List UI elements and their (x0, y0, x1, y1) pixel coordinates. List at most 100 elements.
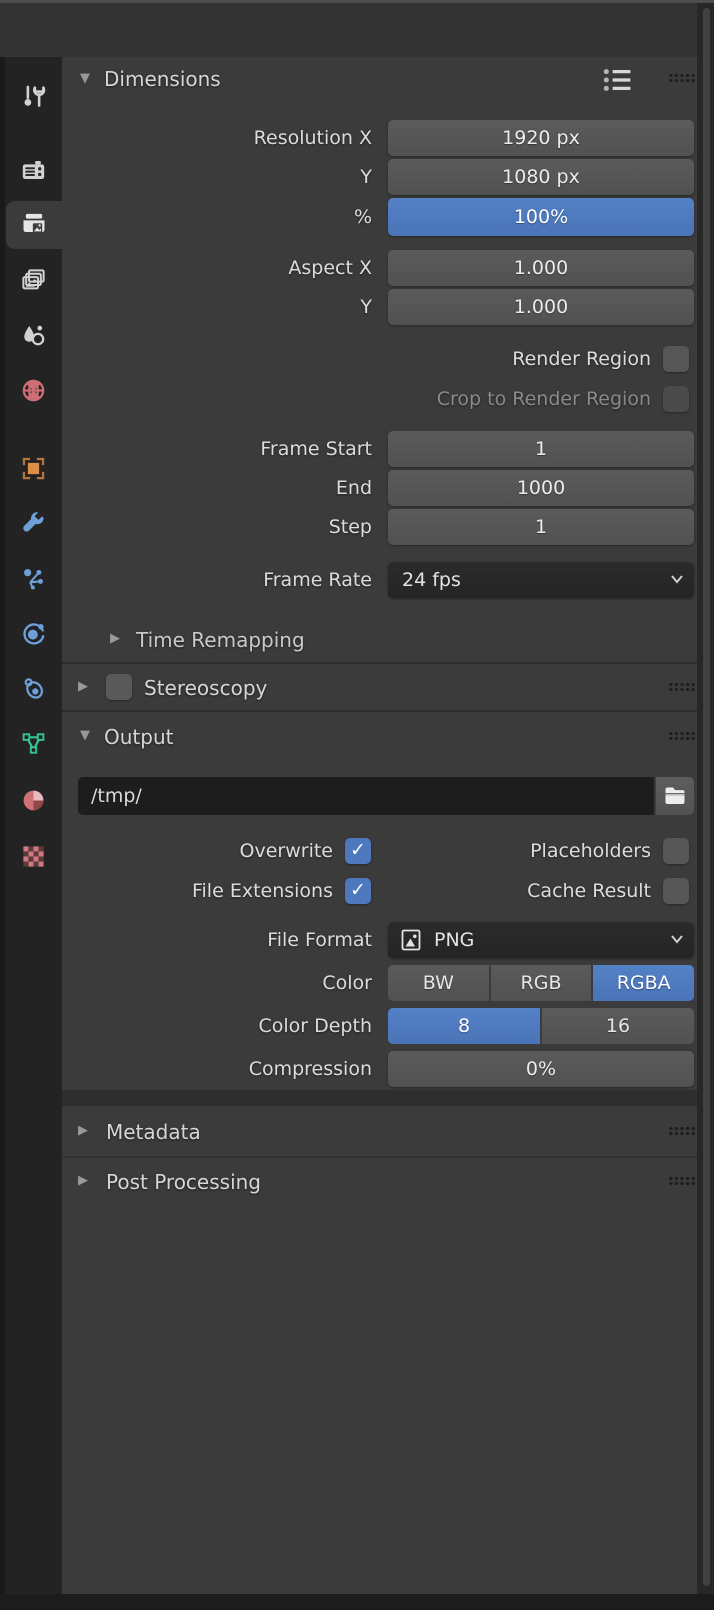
editor-top-edge (0, 0, 714, 3)
chevron-down-icon (670, 934, 684, 944)
resolution-y-field[interactable]: 1080 px (388, 159, 694, 195)
post-processing-collapse-arrow[interactable]: ▶ (78, 1173, 88, 1188)
frame-end-label: End (62, 470, 372, 506)
image-icon (399, 928, 423, 952)
tab-object[interactable] (6, 444, 60, 492)
browse-folder-button[interactable] (656, 777, 694, 815)
scrollbar-thumb[interactable] (703, 8, 710, 1586)
editor-left-edge (0, 0, 5, 1610)
panel-drag-grip[interactable] (668, 73, 695, 83)
color-rgba-button[interactable]: RGBA (593, 965, 694, 1001)
physics-icon (20, 620, 47, 647)
file-format-dropdown[interactable]: PNG (388, 922, 694, 958)
folder-icon (663, 785, 687, 807)
properties-editor: Scene (0, 0, 714, 1610)
tab-world[interactable] (6, 366, 60, 414)
time-remapping-title[interactable]: Time Remapping (136, 628, 305, 652)
color-bw-button[interactable]: BW (388, 965, 489, 1001)
presets-menu-icon[interactable] (600, 66, 638, 94)
color-depth-segmented: 8 16 (388, 1008, 694, 1044)
frame-start-field[interactable]: 1 (388, 431, 694, 467)
tab-constraints[interactable] (6, 664, 60, 712)
dimensions-panel-title: Dimensions (104, 67, 221, 91)
file-format-label: File Format (62, 922, 372, 958)
output-path-input[interactable]: /tmp/ (78, 777, 654, 815)
placeholders-checkbox[interactable] (663, 838, 689, 864)
scrollbar-track[interactable] (697, 0, 714, 1610)
cache-result-label: Cache Result (380, 878, 651, 904)
panel-drag-grip[interactable] (668, 1176, 695, 1186)
frame-step-field[interactable]: 1 (388, 509, 694, 545)
tab-output[interactable] (6, 201, 62, 249)
color-depth-8-button[interactable]: 8 (388, 1008, 540, 1044)
render-region-checkbox[interactable] (663, 346, 689, 372)
crop-to-render-region-label: Crop to Render Region (62, 386, 651, 412)
object-data-icon (20, 730, 47, 757)
cache-result-checkbox[interactable] (663, 878, 689, 904)
tab-texture[interactable] (6, 832, 60, 880)
resolution-x-label: Resolution X (62, 120, 372, 156)
tab-modifiers[interactable] (6, 499, 60, 547)
aspect-y-field[interactable]: 1.000 (388, 289, 694, 325)
overwrite-checkbox[interactable] (345, 838, 371, 864)
output-collapse-arrow[interactable]: ▼ (80, 728, 90, 743)
color-label: Color (62, 965, 372, 1001)
editor-header (0, 3, 697, 57)
world-icon (20, 377, 47, 404)
file-extensions-label: File Extensions (62, 878, 333, 904)
panel-separator (62, 710, 697, 712)
frame-rate-value: 24 fps (402, 569, 461, 591)
output-icon (20, 211, 48, 239)
color-mode-segmented: BW RGB RGBA (388, 965, 694, 1001)
tab-physics[interactable] (6, 609, 60, 657)
tab-tool[interactable] (6, 72, 60, 120)
constraints-icon (20, 675, 47, 702)
stereoscopy-collapse-arrow[interactable]: ▶ (78, 679, 88, 694)
overwrite-label: Overwrite (62, 838, 333, 864)
panel-drag-grip[interactable] (668, 682, 695, 692)
panel-drag-grip[interactable] (668, 1126, 695, 1136)
file-extensions-checkbox[interactable] (345, 878, 371, 904)
resolution-y-label: Y (62, 159, 372, 195)
aspect-x-field[interactable]: 1.000 (388, 250, 694, 286)
resolution-scale-label: % (62, 198, 372, 236)
panel-drag-grip[interactable] (668, 731, 695, 741)
post-processing-panel-title[interactable]: Post Processing (106, 1170, 261, 1194)
file-format-value: PNG (434, 929, 474, 951)
frame-end-field[interactable]: 1000 (388, 470, 694, 506)
editor-bottom-edge (0, 1594, 714, 1610)
tab-scene[interactable] (6, 311, 60, 359)
color-depth-label: Color Depth (62, 1008, 372, 1044)
particles-icon (20, 565, 47, 592)
frame-rate-dropdown[interactable]: 24 fps (388, 562, 694, 598)
object-icon (20, 455, 47, 482)
dimensions-collapse-arrow[interactable]: ▼ (80, 71, 90, 86)
render-icon (20, 157, 47, 184)
placeholders-label: Placeholders (380, 838, 651, 864)
metadata-collapse-arrow[interactable]: ▶ (78, 1123, 88, 1138)
frame-step-label: Step (62, 509, 372, 545)
tab-render[interactable] (6, 146, 60, 194)
compression-label: Compression (62, 1051, 372, 1087)
texture-icon (20, 843, 47, 870)
modifiers-icon (20, 510, 47, 537)
time-remapping-collapse-arrow[interactable]: ▶ (110, 631, 120, 646)
tab-particles[interactable] (6, 554, 60, 602)
tab-view-layer[interactable] (6, 256, 60, 304)
tool-settings-icon (20, 83, 47, 110)
metadata-panel-title[interactable]: Metadata (106, 1120, 201, 1144)
resolution-x-field[interactable]: 1920 px (388, 120, 694, 156)
compression-slider[interactable]: 0% (388, 1051, 694, 1087)
stereoscopy-panel-title[interactable]: Stereoscopy (144, 676, 267, 700)
scene-icon (20, 322, 47, 349)
color-depth-16-button[interactable]: 16 (542, 1008, 694, 1044)
output-panel-title: Output (104, 725, 173, 749)
aspect-y-label: Y (62, 289, 372, 325)
color-rgb-button[interactable]: RGB (491, 965, 592, 1001)
panel-gap (62, 1090, 697, 1106)
aspect-x-label: Aspect X (62, 250, 372, 286)
tab-object-data[interactable] (6, 719, 60, 767)
frame-rate-label: Frame Rate (62, 562, 372, 598)
stereoscopy-checkbox[interactable] (106, 674, 132, 700)
resolution-scale-slider[interactable]: 100% (388, 198, 694, 236)
